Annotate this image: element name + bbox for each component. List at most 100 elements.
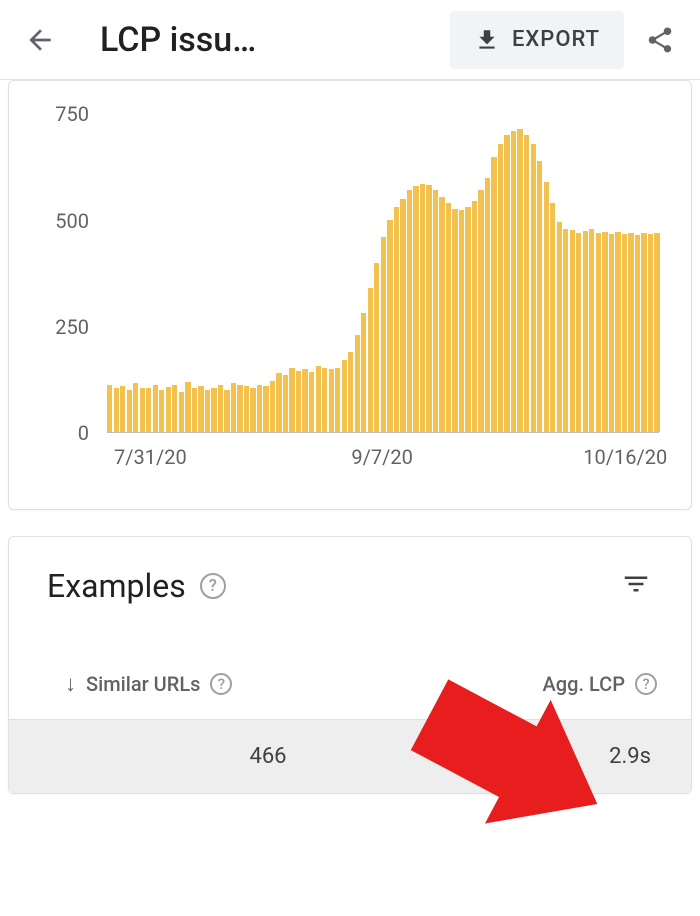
bar — [472, 201, 477, 432]
bar — [211, 388, 216, 432]
bar — [179, 392, 184, 432]
bar — [381, 237, 386, 432]
bar — [348, 352, 353, 433]
bar — [491, 157, 496, 432]
back-button[interactable] — [12, 12, 68, 68]
bar — [166, 387, 171, 432]
bar — [635, 235, 640, 432]
bar — [550, 203, 555, 432]
arrow-left-icon — [24, 24, 56, 56]
bar — [237, 385, 242, 432]
bar — [146, 388, 151, 432]
x-tick: 7/31/20 — [114, 445, 187, 469]
bar — [231, 383, 236, 432]
column-agg-lcp-label: Agg. LCP — [543, 672, 625, 696]
bar — [452, 209, 457, 432]
bar — [413, 186, 418, 432]
bar — [544, 182, 549, 432]
bar — [387, 220, 392, 432]
bar — [628, 233, 633, 432]
bar — [309, 372, 314, 432]
bar — [198, 386, 203, 432]
filter-list-icon — [621, 569, 651, 599]
bar-chart: 0250500750 7/31/209/7/2010/16/20 — [37, 93, 659, 473]
y-axis: 0250500750 — [37, 93, 97, 433]
table-header: ↓ Similar URLs ? Agg. LCP ? — [9, 617, 691, 720]
bar — [133, 383, 138, 432]
bar — [335, 368, 340, 432]
help-icon[interactable]: ? — [200, 573, 226, 599]
bar — [563, 229, 568, 432]
bar — [570, 230, 575, 432]
bar — [648, 234, 653, 432]
column-similar-urls[interactable]: ↓ Similar URLs ? — [65, 671, 529, 697]
bar — [374, 263, 379, 433]
bar — [407, 190, 412, 432]
y-tick: 250 — [55, 315, 89, 339]
bar — [511, 131, 516, 432]
table-row[interactable]: 466 2.9s — [9, 720, 691, 793]
bar — [478, 190, 483, 432]
bar — [263, 386, 268, 432]
bar — [394, 207, 399, 432]
bar — [426, 185, 431, 432]
bar — [120, 386, 125, 432]
bar — [615, 232, 620, 432]
bar — [446, 203, 451, 432]
share-icon — [645, 25, 675, 55]
column-agg-lcp[interactable]: Agg. LCP ? — [543, 672, 657, 696]
bar — [654, 233, 659, 432]
bar — [602, 232, 607, 432]
bar — [609, 234, 614, 432]
examples-header: Examples ? — [9, 537, 691, 617]
bar — [583, 231, 588, 432]
bar — [276, 373, 281, 432]
bar — [517, 129, 522, 432]
bar — [302, 369, 307, 432]
app-header: LCP issu… EXPORT — [0, 0, 700, 80]
x-axis: 7/31/209/7/2010/16/20 — [107, 437, 659, 473]
bar — [622, 234, 627, 432]
bar — [283, 375, 288, 432]
help-icon[interactable]: ? — [210, 673, 232, 695]
export-button[interactable]: EXPORT — [450, 11, 624, 69]
bar — [531, 144, 536, 432]
cell-similar-urls: 466 — [65, 744, 531, 769]
filter-button[interactable] — [621, 569, 657, 603]
bar — [127, 390, 132, 432]
bar — [244, 386, 249, 432]
bar — [192, 388, 197, 432]
y-tick: 750 — [55, 102, 89, 126]
bar — [114, 388, 119, 432]
column-similar-urls-label: Similar URLs — [86, 672, 200, 696]
y-tick: 0 — [78, 421, 89, 445]
bar — [250, 388, 255, 432]
bar — [498, 144, 503, 432]
plot-area — [107, 93, 659, 433]
help-icon[interactable]: ? — [635, 673, 657, 695]
bar — [504, 135, 509, 432]
bar — [224, 390, 229, 432]
bar — [524, 135, 529, 432]
bar — [596, 233, 601, 432]
export-label: EXPORT — [512, 27, 600, 52]
bar — [420, 184, 425, 432]
sort-down-icon: ↓ — [65, 671, 76, 697]
chart-card: 0250500750 7/31/209/7/2010/16/20 — [8, 80, 692, 510]
bar — [218, 385, 223, 432]
bar — [459, 210, 464, 432]
download-icon — [474, 27, 500, 53]
bar — [316, 366, 321, 432]
bar — [205, 390, 210, 432]
share-button[interactable] — [632, 12, 688, 68]
bar — [172, 385, 177, 432]
bar — [153, 385, 158, 432]
bar — [342, 360, 347, 432]
bar — [140, 388, 145, 432]
bar — [433, 190, 438, 432]
bar — [185, 382, 190, 432]
bar — [257, 385, 262, 432]
bar — [107, 385, 112, 432]
bar — [485, 178, 490, 432]
examples-title: Examples — [47, 567, 186, 605]
